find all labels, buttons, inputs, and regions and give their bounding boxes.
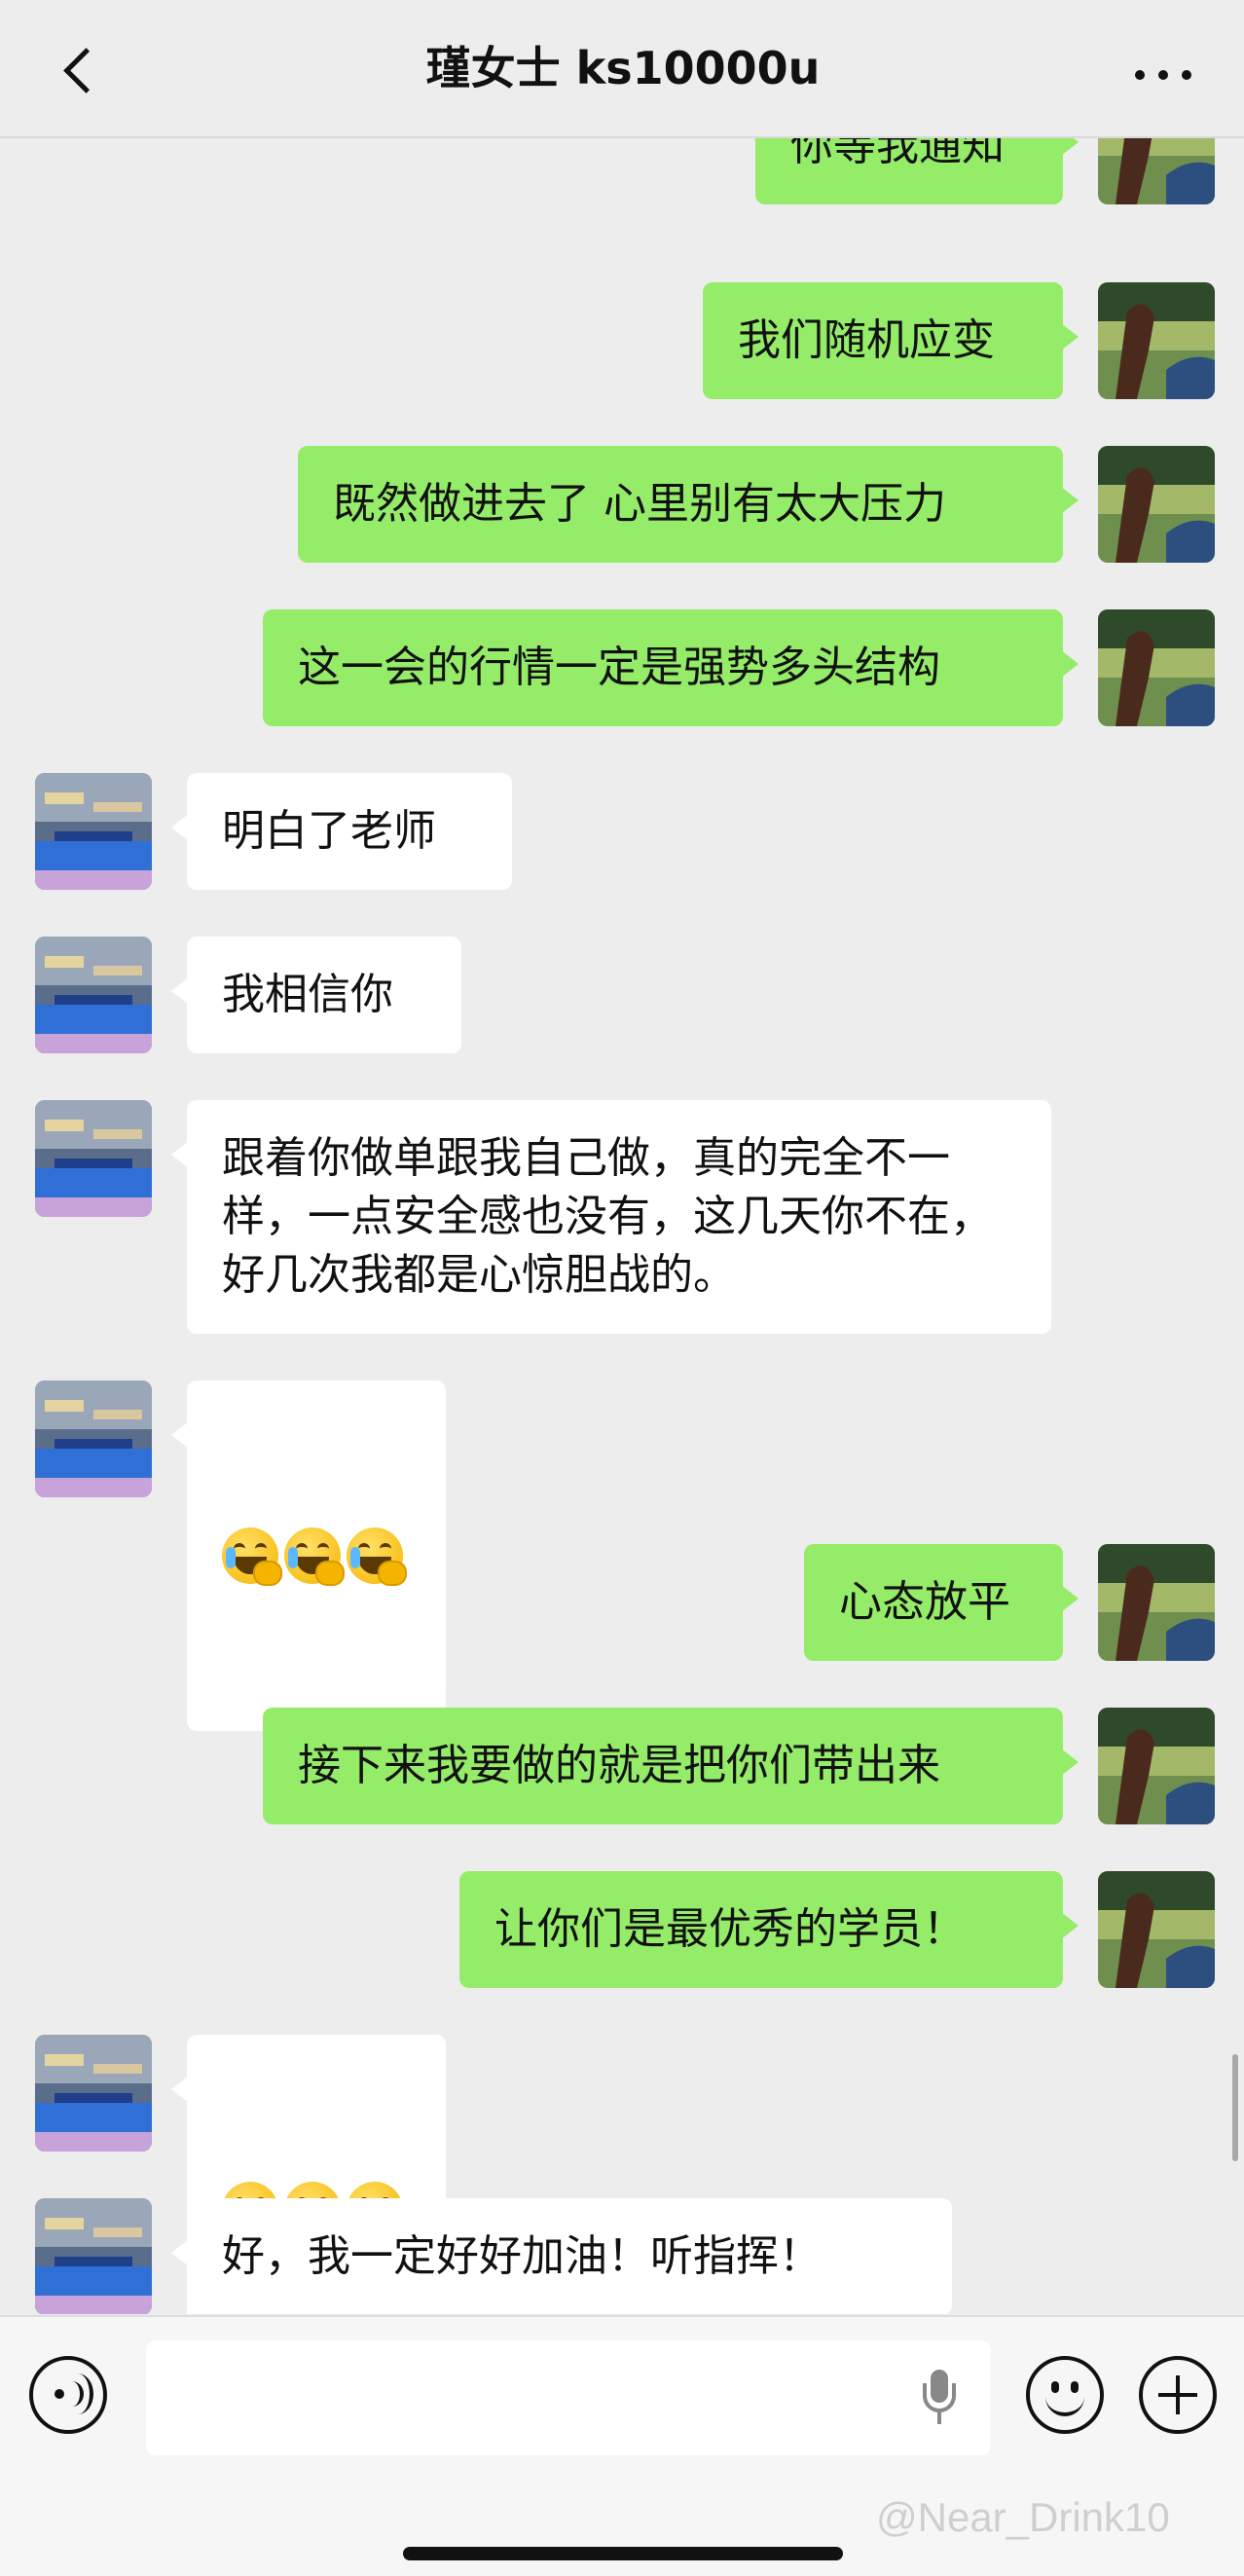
contact-avatar[interactable] [35,1100,152,1217]
emoji-button[interactable] [1026,2356,1104,2434]
my-avatar[interactable] [1098,138,1215,204]
message-bubble-sent[interactable]: 让你们是最优秀的学员！ [459,1871,1079,1988]
message-bubble-received[interactable]: 好，我一定好好加油！听指挥！ [171,2198,952,2314]
contact-avatar[interactable] [35,773,152,890]
contact-avatar[interactable] [35,937,152,1053]
message-bubble-sent[interactable]: 我们随机应变 [703,282,1079,399]
contact-avatar[interactable] [35,2035,152,2152]
my-avatar[interactable] [1098,609,1215,726]
smiley-icon [1051,2381,1059,2393]
scrollbar[interactable] [1232,2054,1238,2161]
my-avatar[interactable] [1098,282,1215,399]
chat-header: 瑾女士 ks10000u [0,0,1244,138]
message-bubble-sent[interactable]: 这一会的行情一定是强势多头结构 [263,609,1079,726]
my-avatar[interactable] [1098,446,1215,563]
message-bubble-sent[interactable]: 既然做进去了 心里别有太大压力 [298,446,1079,563]
input-bar: @Near_Drink10 [0,2315,1244,2576]
message-bubble-sent[interactable]: 心态放平 [804,1544,1079,1661]
microphone-icon[interactable] [921,2370,960,2428]
voice-button[interactable] [29,2356,107,2434]
back-button[interactable] [49,31,109,105]
message-input[interactable] [146,2340,991,2455]
plus-icon-vertical [1176,2375,1180,2414]
smiley-eye [1071,2381,1079,2393]
more-dot [1158,70,1168,80]
chat-screen: 瑾女士 ks10000u 你等我通知 我们随机应变 既然做进去了 心里别有太大压… [0,0,1244,2576]
my-avatar[interactable] [1098,1871,1215,1988]
watermark: @Near_Drink10 [876,2494,1170,2540]
contact-avatar[interactable] [35,1380,152,1497]
message-bubble-sent[interactable]: 你等我通知 [755,138,1079,204]
crying-emoji-icon [222,1527,282,1586]
crying-emoji-icon [347,1527,407,1586]
message-bubble-received[interactable] [171,1380,446,1731]
message-bubble-received[interactable]: 明白了老师 [171,773,512,890]
emoji-row [222,1527,411,1586]
more-dot [1182,70,1191,80]
more-dots-icon [1135,70,1145,80]
message-bubble-received[interactable]: 跟着你做单跟我自己做，真的完全不一样，一点安全感也没有，这几天你不在，好几次我都… [171,1100,1051,1334]
message-bubble-received[interactable]: 我相信你 [171,937,461,1053]
more-button[interactable] [1129,45,1197,84]
message-list[interactable]: 你等我通知 我们随机应变 既然做进去了 心里别有太大压力 这一会的行情一定是强势… [0,138,1244,2314]
smiley-mouth [1045,2393,1084,2416]
message-bubble-sent[interactable]: 接下来我要做的就是把你们带出来 [263,1708,1079,1824]
plus-button[interactable] [1139,2356,1217,2434]
chat-title: 瑾女士 ks10000u [425,42,821,94]
my-avatar[interactable] [1098,1708,1215,1824]
voice-wave [62,2374,93,2414]
home-indicator [403,2547,843,2560]
crying-emoji-icon [284,1527,345,1586]
contact-avatar[interactable] [35,2198,152,2314]
my-avatar[interactable] [1098,1544,1215,1661]
chevron-left-icon [63,48,109,93]
